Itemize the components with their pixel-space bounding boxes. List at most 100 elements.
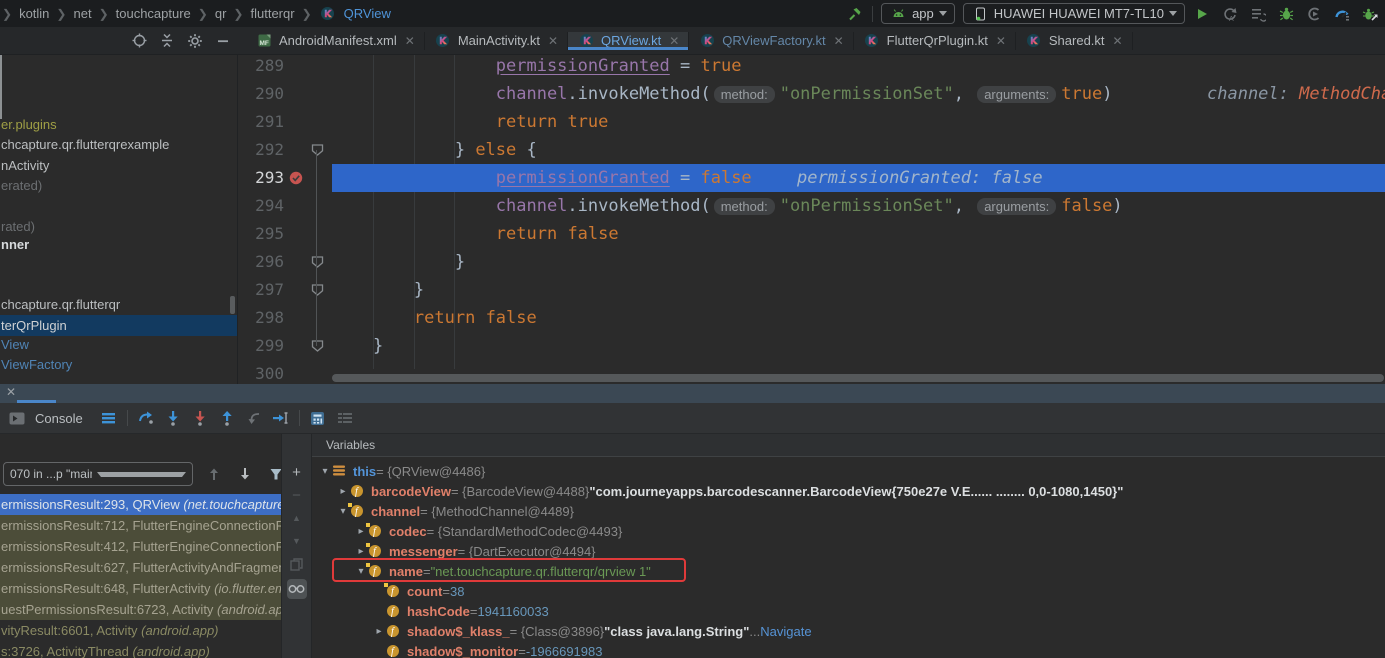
run-icon[interactable] — [1193, 5, 1211, 23]
variable-row-codec[interactable]: ▸fcodec = {StandardMethodCodec@4493} — [312, 521, 1385, 541]
tab-QRViewFactory.kt[interactable]: QRViewFactory.kt✕ — [689, 32, 853, 50]
code-text[interactable]: channel.invokeMethod(method:"onPermissio… — [332, 80, 1385, 108]
hide-panel-icon[interactable] — [214, 32, 232, 50]
project-item-selected[interactable]: terQrPlugin — [0, 315, 237, 336]
drop-frame-icon[interactable] — [245, 409, 263, 427]
tab-QRView.kt[interactable]: QRView.kt✕ — [568, 32, 689, 50]
close-icon[interactable]: ✕ — [996, 34, 1006, 48]
project-item[interactable]: er.plugins — [0, 115, 57, 135]
project-item[interactable]: erated) — [0, 176, 42, 196]
variable-row-this[interactable]: ▾this = {QRView@4486} — [312, 461, 1385, 481]
chevron-right-icon[interactable]: ▸ — [336, 486, 350, 497]
close-icon[interactable]: ✕ — [834, 34, 844, 48]
filter-icon[interactable] — [267, 465, 282, 483]
stack-frame[interactable]: s:3726, ActivityThread (android.app) — [0, 641, 281, 658]
restore-layout-icon[interactable] — [100, 409, 118, 427]
breadcrumb-item[interactable]: qr — [215, 6, 227, 21]
run-config-select[interactable]: app — [881, 3, 955, 24]
attach-debugger-icon[interactable] — [1361, 5, 1379, 23]
chevron-right-icon[interactable]: ▸ — [354, 546, 368, 557]
code-text[interactable]: } — [332, 332, 1385, 360]
next-frame-icon[interactable] — [236, 465, 254, 483]
code-text[interactable]: permissionGranted = true — [332, 55, 1385, 80]
duplicate-watch-icon[interactable] — [287, 556, 307, 572]
prev-frame-icon[interactable] — [205, 465, 223, 483]
variable-row-name[interactable]: ▾fname = "net.touchcapture.qr.flutterqr/… — [312, 561, 1385, 581]
console-tab-label[interactable]: Console — [35, 411, 83, 426]
code-text[interactable]: return false — [332, 220, 1385, 248]
add-watch-icon[interactable]: + — [287, 464, 307, 480]
breadcrumb-item[interactable]: flutterqr — [250, 6, 294, 21]
force-step-into-icon[interactable] — [191, 409, 209, 427]
navigate-link[interactable]: Navigate — [760, 624, 811, 639]
code-text[interactable]: channel.invokeMethod(method:"onPermissio… — [332, 192, 1385, 220]
stack-frame[interactable]: vityResult:6601, Activity (android.app) — [0, 620, 281, 641]
build-hammer-icon[interactable] — [846, 5, 864, 23]
step-over-icon[interactable] — [137, 409, 155, 427]
gutter-pin-icon[interactable] — [310, 248, 324, 276]
locate-file-icon[interactable] — [130, 32, 148, 50]
gutter-pin-icon[interactable] — [310, 136, 324, 164]
chevron-down-icon[interactable]: ▾ — [354, 566, 368, 577]
code-text[interactable]: } else { — [332, 136, 1385, 164]
run-to-cursor-icon[interactable] — [272, 409, 290, 427]
horizontal-scrollbar[interactable] — [332, 374, 1384, 382]
chevron-right-icon[interactable]: ▸ — [354, 526, 368, 537]
project-item[interactable]: rated) — [0, 217, 35, 237]
variable-row-barcodeView[interactable]: ▸fbarcodeView = {BarcodeView@4488} "com.… — [312, 481, 1385, 501]
project-item[interactable]: chcapture.qr.flutterqr — [0, 295, 120, 315]
code-text[interactable]: return false — [332, 304, 1385, 332]
code-editor[interactable]: 289 permissionGranted = true290 channel.… — [238, 55, 1385, 384]
tab-Shared.kt[interactable]: Shared.kt✕ — [1016, 32, 1133, 50]
project-item[interactable]: View — [0, 335, 29, 355]
project-item[interactable]: nner — [0, 235, 29, 255]
tab-MainActivity.kt[interactable]: MainActivity.kt✕ — [425, 32, 568, 50]
project-item[interactable]: ViewFactory — [0, 355, 72, 375]
thread-selector[interactable]: 070 in ...p "main": RUNNING — [3, 462, 193, 486]
code-text[interactable]: } — [332, 248, 1385, 276]
breadcrumb-item[interactable]: net — [73, 6, 91, 21]
profiler-icon[interactable] — [1333, 5, 1351, 23]
trace-icon[interactable] — [336, 409, 354, 427]
stack-frame[interactable]: ermissionsResult:648, FlutterActivity (i… — [0, 578, 281, 599]
settings-gear-icon[interactable] — [186, 32, 204, 50]
project-scrollbar[interactable] — [0, 55, 2, 119]
gutter-pin-icon[interactable] — [310, 276, 324, 304]
variable-row-shadow$_monitor[interactable]: fshadow$_monitor = -1966691983 — [312, 641, 1385, 658]
project-item[interactable]: nActivity — [0, 156, 49, 176]
code-text[interactable]: permissionGranted = falsepermissionGrant… — [332, 164, 1385, 192]
code-text[interactable]: } — [332, 276, 1385, 304]
breadcrumb-item[interactable]: touchcapture — [116, 6, 191, 21]
close-icon[interactable]: ✕ — [405, 34, 415, 48]
stack-frame[interactable]: ermissionsResult:293, QRView (net.touchc… — [0, 494, 281, 515]
debug-icon[interactable] — [1277, 5, 1295, 23]
project-item[interactable]: chcapture.qr.flutterqrexample — [0, 135, 169, 155]
evaluate-expression-icon[interactable] — [309, 409, 327, 427]
apply-code-changes-icon[interactable] — [1249, 5, 1267, 23]
close-icon[interactable]: ✕ — [1113, 34, 1123, 48]
tab-FlutterQrPlugin.kt[interactable]: FlutterQrPlugin.kt✕ — [854, 32, 1016, 50]
variable-row-hashCode[interactable]: fhashCode = 1941160033 — [312, 601, 1385, 621]
project-scrollbar-thumb[interactable] — [230, 296, 235, 314]
step-into-icon[interactable] — [164, 409, 182, 427]
move-down-icon[interactable]: ▼ — [287, 533, 307, 549]
breadcrumb-item[interactable]: kotlin — [19, 6, 49, 21]
apply-changes-restart-icon[interactable]: A — [1221, 5, 1239, 23]
gutter-pin-icon[interactable] — [310, 332, 324, 360]
collapse-all-icon[interactable] — [158, 32, 176, 50]
chevron-down-icon[interactable]: ▾ — [336, 506, 350, 517]
breadcrumb-current[interactable]: QRView — [344, 6, 391, 21]
remove-watch-icon[interactable]: − — [287, 487, 307, 503]
stack-frame[interactable]: ermissionsResult:627, FlutterActivityAnd… — [0, 557, 281, 578]
stack-frame[interactable]: uestPermissionsResult:6723, Activity (an… — [0, 599, 281, 620]
chevron-down-icon[interactable]: ▾ — [318, 466, 332, 477]
close-icon[interactable]: ✕ — [669, 34, 679, 48]
show-watches-icon[interactable] — [287, 579, 307, 599]
variable-row-shadow$_klass_[interactable]: ▸fshadow$_klass_ = {Class@3896} "class j… — [312, 621, 1385, 641]
stack-frame[interactable]: ermissionsResult:712, FlutterEngineConne… — [0, 515, 281, 536]
stack-frame[interactable]: ermissionsResult:412, FlutterEngineConne… — [0, 536, 281, 557]
variable-row-count[interactable]: fcount = 38 — [312, 581, 1385, 601]
device-select[interactable]: HUAWEI HUAWEI MT7-TL10 — [963, 3, 1185, 24]
code-text[interactable]: return true — [332, 108, 1385, 136]
step-out-icon[interactable] — [218, 409, 236, 427]
